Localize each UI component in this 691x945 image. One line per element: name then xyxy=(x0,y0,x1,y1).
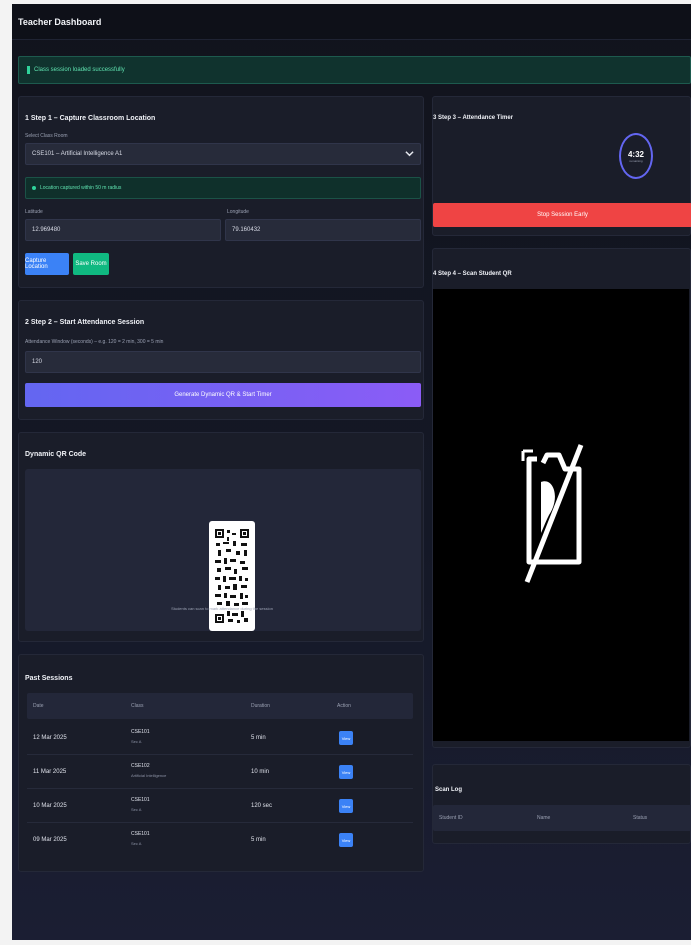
table-row: 10 Mar 2025 CSE101 Sec A 120 sec View xyxy=(27,789,413,823)
step1-card: 1 Step 1 – Capture Classroom Location Se… xyxy=(18,96,424,288)
camera-viewport[interactable] xyxy=(433,289,689,741)
status-notice: Class session loaded successfully xyxy=(18,56,691,84)
timer-value: 4:32 xyxy=(627,149,644,159)
row-duration: 5 min xyxy=(251,735,266,741)
timer-ring: 4:32 remaining xyxy=(619,133,653,179)
location-status: Location captured within 50 m radius xyxy=(25,177,421,199)
sessions-title: Past Sessions xyxy=(25,675,73,682)
longitude-label: Longitude xyxy=(227,209,249,215)
scan-log-title: Scan Log xyxy=(435,787,463,793)
table-row: 09 Mar 2025 CSE101 Sec A 5 min View xyxy=(27,823,413,857)
view-button[interactable]: View xyxy=(339,765,353,779)
row-class-sub: Sec A xyxy=(131,807,142,812)
qr-pattern xyxy=(213,525,251,627)
latitude-input[interactable]: 12.969480 xyxy=(25,219,221,241)
col-duration: Duration xyxy=(251,703,270,709)
row-class-sub: Sec A xyxy=(131,739,142,744)
table-row: 11 Mar 2025 CSE102 Artificial Intelligen… xyxy=(27,755,413,789)
row-date: 11 Mar 2025 xyxy=(33,769,67,775)
app-title: Teacher Dashboard xyxy=(18,16,102,27)
classroom-select-value: CSE101 – Artificial Intelligence A1 xyxy=(32,151,123,157)
location-status-text: Location captured within 50 m radius xyxy=(40,185,122,191)
step4-title: 4 Step 4 – Scan Student QR xyxy=(433,271,512,277)
stop-session-button[interactable]: Stop Session Early xyxy=(433,203,691,227)
view-button[interactable]: View xyxy=(339,799,353,813)
row-date: 09 Mar 2025 xyxy=(33,837,67,843)
col-date: Date xyxy=(33,703,44,709)
classroom-select[interactable]: CSE101 – Artificial Intelligence A1 xyxy=(25,143,421,165)
camera-off-icon xyxy=(519,437,589,589)
row-class-sub: Artificial Intelligence xyxy=(131,773,167,778)
duration-label: Attendance Window (seconds) – e.g. 120 =… xyxy=(25,339,164,345)
row-class: CSE101 xyxy=(131,729,150,735)
notice-indicator xyxy=(27,66,30,74)
location-dot xyxy=(32,186,36,190)
qr-caption-visible: Students can scan to mark attendance dur… xyxy=(171,606,273,611)
step3-title: 3 Step 3 – Attendance Timer xyxy=(433,115,514,121)
latitude-value: 12.969480 xyxy=(32,227,61,233)
step1-title: 1 Step 1 – Capture Classroom Location xyxy=(25,115,156,122)
row-date: 10 Mar 2025 xyxy=(33,803,67,809)
col-action: Action xyxy=(337,703,351,709)
table-row: 12 Mar 2025 CSE101 Sec A 5 min View xyxy=(27,721,413,755)
step2-title: 2 Step 2 – Start Attendance Session xyxy=(25,319,145,326)
duration-input[interactable]: 120 xyxy=(25,351,421,373)
scan-log-card: Scan Log Student ID Name Status xyxy=(432,764,691,844)
notice-text: Class session loaded successfully xyxy=(34,67,125,73)
start-session-button[interactable]: Generate Dynamic QR & Start Timer xyxy=(25,383,421,407)
capture-location-button[interactable]: Capture Location xyxy=(25,253,69,275)
longitude-value: 79.160432 xyxy=(232,227,261,233)
timer-sub: remaining xyxy=(629,158,643,163)
view-button[interactable]: View xyxy=(339,833,353,847)
top-bar: Teacher Dashboard xyxy=(12,4,691,40)
step3-card: 3 Step 3 – Attendance Timer 4:32 remaini… xyxy=(432,96,691,236)
step2-card: 2 Step 2 – Start Attendance Session Atte… xyxy=(18,300,424,420)
qr-code-image xyxy=(209,521,255,631)
scan-log-header: Student ID Name Status xyxy=(433,805,691,831)
sessions-table-header: Date Class Duration Action xyxy=(27,693,413,719)
row-class: CSE102 xyxy=(131,763,150,769)
view-button[interactable]: View xyxy=(339,731,353,745)
col-status: Status xyxy=(633,815,648,821)
select-label: Select Class Room xyxy=(25,133,68,139)
longitude-input[interactable]: 79.160432 xyxy=(225,219,421,241)
app-window: Teacher Dashboard Class session loaded s… xyxy=(12,4,691,940)
row-duration: 5 min xyxy=(251,837,266,843)
row-duration: 10 min xyxy=(251,769,270,775)
row-class: CSE101 xyxy=(131,831,150,837)
save-room-button[interactable]: Save Room xyxy=(73,253,109,275)
col-student-id: Student ID xyxy=(439,815,463,821)
row-class: CSE101 xyxy=(131,797,150,803)
row-class-sub: Sec A xyxy=(131,841,142,846)
row-duration: 120 sec xyxy=(251,803,273,809)
latitude-label: Latitude xyxy=(25,209,43,215)
qr-title: Dynamic QR Code xyxy=(25,451,87,458)
duration-value: 120 xyxy=(32,359,43,365)
sessions-card: Past Sessions Date Class Duration Action… xyxy=(18,654,424,872)
row-date: 12 Mar 2025 xyxy=(33,735,67,741)
col-class: Class xyxy=(131,703,144,709)
col-name: Name xyxy=(537,815,551,821)
step4-card: 4 Step 4 – Scan Student QR xyxy=(432,248,691,748)
chevron-down-icon xyxy=(405,149,414,160)
